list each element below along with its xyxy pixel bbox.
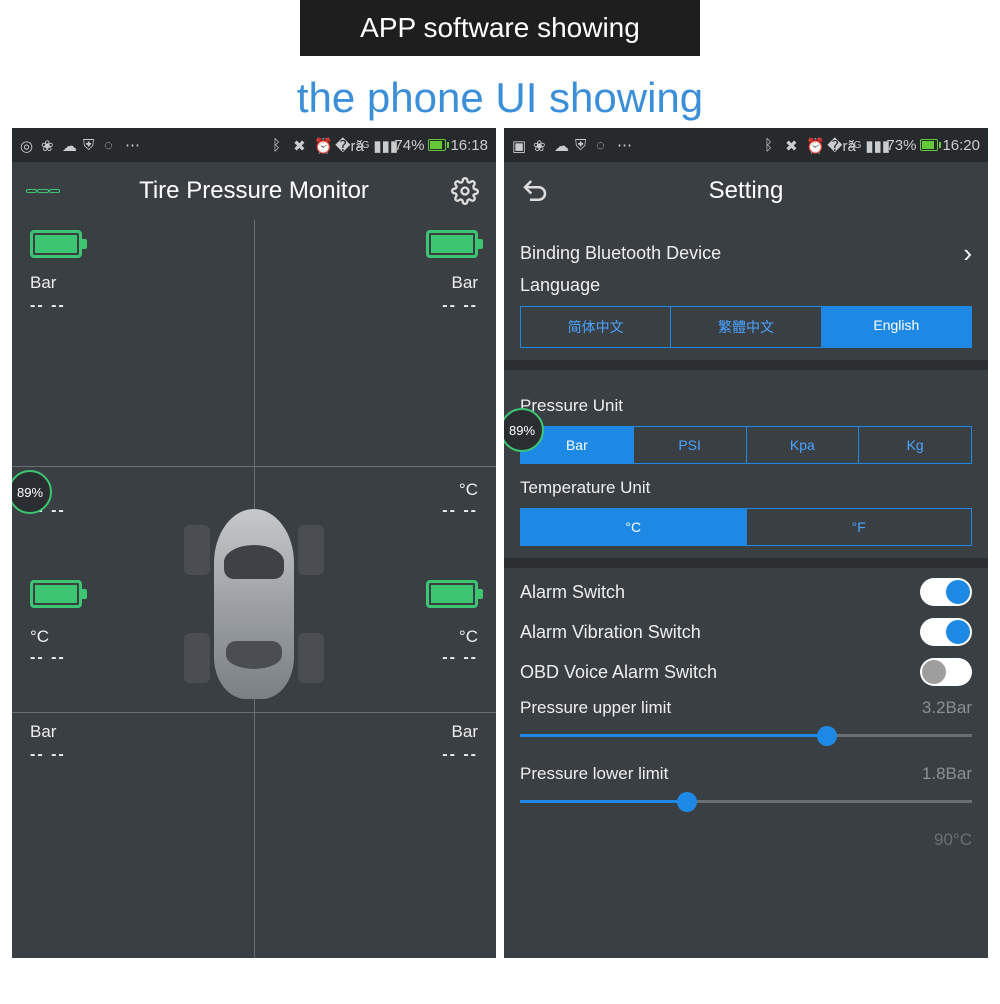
tunit-opt-1[interactable]: °F xyxy=(747,509,972,545)
shield-icon: ⛨ xyxy=(83,137,100,154)
banner-dark: APP software showing xyxy=(300,0,700,56)
battery-pct: 73% xyxy=(886,137,916,154)
obd-switch-toggle[interactable] xyxy=(920,658,972,686)
bluetooth-icon: ᛒ xyxy=(272,137,289,154)
car-icon xyxy=(189,509,319,699)
wifi-icon: �ră xyxy=(335,137,352,154)
back-icon[interactable] xyxy=(518,174,552,208)
tire-grid: 89% Bar -- -- Bar -- -- °C -- -- °C -- -… xyxy=(12,220,496,958)
page-title: Setting xyxy=(709,177,784,205)
pressure-value: -- -- xyxy=(272,297,478,315)
punit-opt-3[interactable]: Kg xyxy=(859,427,971,463)
battery-icon xyxy=(30,580,82,608)
tire-front-right: Bar -- -- xyxy=(254,220,496,466)
pressure-unit: Bar xyxy=(30,273,236,293)
pressure-value: -- -- xyxy=(30,297,236,315)
screen-settings: ▣ ❀ ☁ ⛨ ◌ ⋯ ᛒ ✖ ⏰ �ră 2G ▮▮▮ 73% 16:20 xyxy=(504,128,988,958)
battery-icon xyxy=(428,139,446,151)
tire-rear-left: Bar -- -- xyxy=(12,712,254,958)
pressure-unit-selector: Bar PSI Kpa Kg xyxy=(520,426,972,464)
cloud-icon: ☁ xyxy=(554,137,571,154)
wechat-icon: ❀ xyxy=(41,137,58,154)
silent-icon: ✖ xyxy=(785,137,802,154)
menu-icon[interactable] xyxy=(26,174,60,208)
shield-icon: ⛨ xyxy=(575,137,592,154)
lower-limit-label: Pressure lower limit xyxy=(520,764,668,784)
gallery-icon: ▣ xyxy=(512,137,529,154)
page-title: Tire Pressure Monitor xyxy=(139,177,369,205)
temp-unit-selector: °C °F xyxy=(520,508,972,546)
lang-opt-2[interactable]: English xyxy=(822,307,971,347)
bind-bluetooth-label: Binding Bluetooth Device xyxy=(520,243,721,264)
battery-icon xyxy=(30,230,82,258)
lower-limit-slider[interactable] xyxy=(520,788,972,816)
status-bar-left: ◎ ❀ ☁ ⛨ ◌ ⋯ ᛒ ✖ ⏰ �ră 2G ▮▮▮ 74% 16:18 xyxy=(12,128,496,162)
pressure-value: -- -- xyxy=(272,746,478,764)
status-bar-right: ▣ ❀ ☁ ⛨ ◌ ⋯ ᛒ ✖ ⏰ �ră 2G ▮▮▮ 73% 16:20 xyxy=(504,128,988,162)
loading-icon: ◌ xyxy=(104,137,121,154)
temp-unit: °C xyxy=(30,480,236,500)
clock: 16:20 xyxy=(942,137,980,154)
obd-switch-label: OBD Voice Alarm Switch xyxy=(520,662,717,683)
more-icon: ⋯ xyxy=(617,136,632,154)
loading-icon: ◌ xyxy=(596,137,613,154)
punit-opt-2[interactable]: Kpa xyxy=(747,427,860,463)
signal-icon: ▮▮▮ xyxy=(865,137,882,154)
pressure-value: -- -- xyxy=(30,746,236,764)
pressure-unit: Bar xyxy=(30,722,236,742)
tire-rear-right: Bar -- -- xyxy=(254,712,496,958)
vibration-switch-toggle[interactable] xyxy=(920,618,972,646)
lang-opt-1[interactable]: 繁體中文 xyxy=(671,307,821,347)
gear-icon[interactable] xyxy=(448,174,482,208)
battery-icon xyxy=(426,230,478,258)
signal-icon: ▮▮▮ xyxy=(373,137,390,154)
bluetooth-icon: ᛒ xyxy=(764,137,781,154)
alarm-switch-label: Alarm Switch xyxy=(520,582,625,603)
network-type: 2G xyxy=(848,140,861,151)
browser-icon: ◎ xyxy=(20,137,37,154)
temp-upper-value: 90°C xyxy=(934,830,972,850)
language-label: Language xyxy=(520,275,972,296)
network-type: 2G xyxy=(356,140,369,151)
battery-icon xyxy=(920,139,938,151)
alarm-icon: ⏰ xyxy=(806,137,823,154)
temp-unit: °C xyxy=(272,480,478,500)
more-icon: ⋯ xyxy=(125,136,140,154)
upper-limit-label: Pressure upper limit xyxy=(520,698,671,718)
temp-unit-label: Temperature Unit xyxy=(520,478,972,498)
clock: 16:18 xyxy=(450,137,488,154)
chevron-right-icon: › xyxy=(963,238,972,269)
pressure-unit: Bar xyxy=(272,273,478,293)
banner-blue: the phone UI showing xyxy=(0,56,1000,128)
upper-limit-slider[interactable] xyxy=(520,722,972,750)
wechat-icon: ❀ xyxy=(533,137,550,154)
tire-front-left: Bar -- -- xyxy=(12,220,254,466)
lang-opt-0[interactable]: 简体中文 xyxy=(521,307,671,347)
alarm-switch-toggle[interactable] xyxy=(920,578,972,606)
punit-opt-1[interactable]: PSI xyxy=(634,427,747,463)
silent-icon: ✖ xyxy=(293,137,310,154)
battery-icon xyxy=(426,580,478,608)
lower-limit-value: 1.8Bar xyxy=(922,764,972,784)
language-selector: 简体中文 繁體中文 English xyxy=(520,306,972,348)
pressure-unit: Bar xyxy=(272,722,478,742)
battery-pct: 74% xyxy=(394,137,424,154)
pressure-unit-label: Pressure Unit xyxy=(520,396,972,416)
bind-bluetooth-row[interactable]: Binding Bluetooth Device › xyxy=(520,232,972,275)
upper-limit-value: 3.2Bar xyxy=(922,698,972,718)
screen-monitor: ◎ ❀ ☁ ⛨ ◌ ⋯ ᛒ ✖ ⏰ �ră 2G ▮▮▮ 74% 16:18 T… xyxy=(12,128,496,958)
tunit-opt-0[interactable]: °C xyxy=(521,509,747,545)
cloud-icon: ☁ xyxy=(62,137,79,154)
vibration-switch-label: Alarm Vibration Switch xyxy=(520,622,701,643)
wifi-icon: �ră xyxy=(827,137,844,154)
alarm-icon: ⏰ xyxy=(314,137,331,154)
